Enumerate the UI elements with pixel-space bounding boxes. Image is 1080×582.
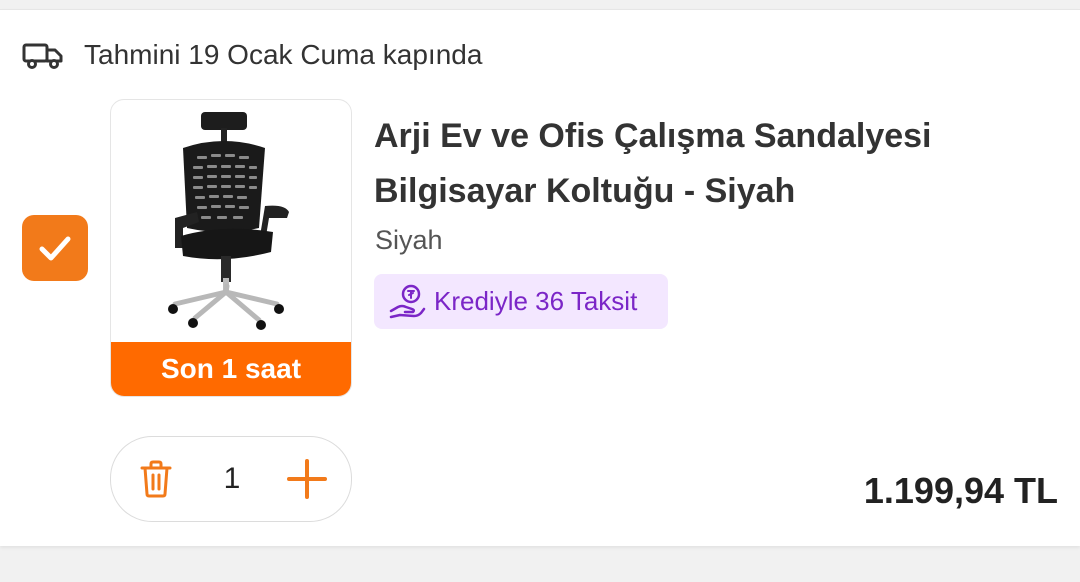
coin-hand-icon xyxy=(389,284,426,318)
product-title-line-2: Bilgisayar Koltuğu - Siyah xyxy=(374,172,796,210)
product-variant: Siyah xyxy=(375,225,443,255)
increase-quantity-button[interactable] xyxy=(283,455,331,503)
time-limited-badge: Son 1 saat xyxy=(111,342,351,396)
credit-text: Krediyle 36 Taksit xyxy=(434,286,638,316)
product-title[interactable]: Arji Ev ve Ofis Çalışma Sandalyesi Bilgi… xyxy=(374,109,1034,219)
item-price: 1.199,94 TL xyxy=(863,470,1058,511)
credit-installment-badge[interactable]: Krediyle 36 Taksit xyxy=(374,274,668,329)
cart-item-card: Tahmini 19 Ocak Cuma kapında Son 1 saat … xyxy=(0,9,1080,546)
trash-icon xyxy=(140,460,172,498)
delivery-text: Tahmini 19 Ocak Cuma kapında xyxy=(84,39,483,70)
quantity-stepper: 1 xyxy=(110,436,352,522)
checkmark-icon xyxy=(39,236,71,261)
product-image-link[interactable]: Son 1 saat xyxy=(110,99,352,397)
quantity-value: 1 xyxy=(223,462,241,495)
plus-icon xyxy=(287,459,327,499)
delivery-info: Tahmini 19 Ocak Cuma kapında xyxy=(22,38,482,72)
product-title-line-1: Arji Ev ve Ofis Çalışma Sandalyesi xyxy=(374,117,932,155)
item-select-checkbox[interactable] xyxy=(22,215,88,281)
office-chair-image xyxy=(168,112,289,330)
delete-button[interactable] xyxy=(135,457,177,501)
truck-icon xyxy=(22,43,63,69)
